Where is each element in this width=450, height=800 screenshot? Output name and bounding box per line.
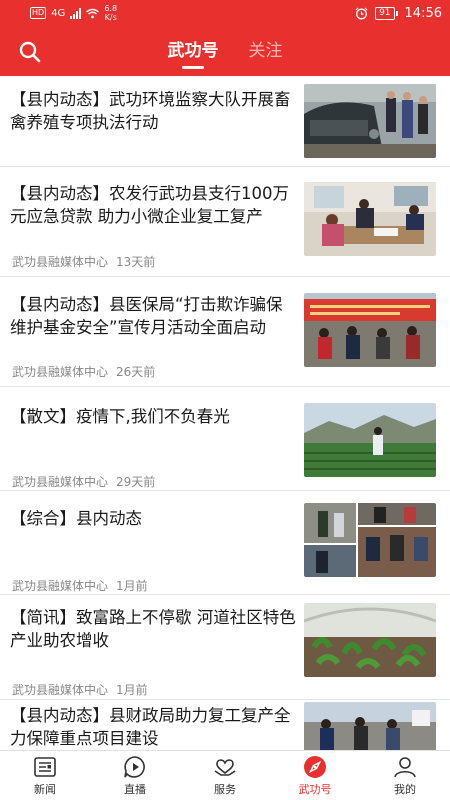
news-feed[interactable]: 【县内动态】武功环境监察大队开展畜禽养殖专项执法行动 【县内动态】农发行武功县支… xyxy=(0,76,450,750)
signal-icon xyxy=(70,7,82,19)
news-source: 武功县融媒体中心 xyxy=(12,475,109,489)
news-time: 13天前 xyxy=(116,255,156,269)
news-title: 【散文】疫情下,我们不负春光 xyxy=(10,407,230,426)
thumbnail-image xyxy=(304,403,436,477)
news-icon xyxy=(34,757,56,777)
nav-news[interactable]: 新闻 xyxy=(0,751,90,800)
status-bar: HD 4G 6.8 K/s 91 14:56 xyxy=(0,0,450,26)
news-title: 【综合】县内动态 xyxy=(10,509,142,528)
news-meta: 武功县融媒体中心 26天前 xyxy=(12,363,155,380)
news-meta: 武功县融媒体中心 1月前 xyxy=(12,577,148,594)
nav-label: 武功号 xyxy=(298,783,332,796)
speed-value: 6.8 xyxy=(104,4,118,13)
wifi-icon xyxy=(86,8,100,18)
news-thumbnail[interactable] xyxy=(304,702,436,750)
tab-label: 武功号 xyxy=(167,41,219,61)
news-title: 【县内动态】县医保局“打击欺诈骗保 维护基金安全”宣传月活动全面启动 xyxy=(10,295,283,337)
thumbnail-image xyxy=(304,603,436,677)
speed-unit: K/s xyxy=(104,13,117,22)
hd-badge: HD xyxy=(30,7,47,19)
news-thumbnail[interactable] xyxy=(304,84,436,158)
news-time: 1月前 xyxy=(116,579,148,593)
thumbnail-image xyxy=(304,702,436,750)
status-right: 91 14:56 xyxy=(355,6,442,21)
news-time: 26天前 xyxy=(116,365,156,379)
news-time: 1月前 xyxy=(116,683,148,697)
nav-wugonghao[interactable]: 武功号 xyxy=(270,751,360,800)
news-meta: 武功县融媒体中心 29天前 xyxy=(12,473,155,490)
news-meta: 武功县融媒体中心 1月前 xyxy=(12,681,148,698)
news-meta: 武功县融媒体中心 13天前 xyxy=(12,253,155,270)
nav-label: 直播 xyxy=(124,783,146,796)
thumbnail-image xyxy=(304,84,436,158)
tab-wugonghao[interactable]: 武功号 xyxy=(168,36,219,69)
news-thumbnail[interactable] xyxy=(304,182,436,256)
news-thumbnail[interactable] xyxy=(304,403,436,477)
clock: 14:56 xyxy=(404,5,442,21)
nav-live[interactable]: 直播 xyxy=(90,751,180,800)
header-tabs: 武功号 关注 xyxy=(0,36,450,69)
battery-level: 91 xyxy=(375,6,395,20)
profile-icon xyxy=(394,757,416,778)
service-icon xyxy=(214,759,236,776)
news-thumbnail[interactable] xyxy=(304,603,436,677)
news-item[interactable]: 【散文】疫情下,我们不负春光 武功县融媒体中心 29天前 xyxy=(0,387,450,491)
news-thumbnail[interactable] xyxy=(304,503,436,577)
top-bar: 武功号 关注 xyxy=(0,26,450,76)
news-title: 【县内动态】农发行武功县支行100万元应急贷款 助力小微企业复工复产 xyxy=(10,184,289,226)
news-source: 武功县融媒体中心 xyxy=(12,683,109,697)
tab-follow[interactable]: 关注 xyxy=(249,36,283,69)
news-title: 【县内动态】县财政局助力复工复产全力保障重点项目建设 xyxy=(10,706,291,748)
news-source: 武功县融媒体中心 xyxy=(12,579,109,593)
news-time: 29天前 xyxy=(116,475,156,489)
battery-icon: 91 xyxy=(375,6,398,20)
news-item[interactable]: 【县内动态】县医保局“打击欺诈骗保 维护基金安全”宣传月活动全面启动 武功县融媒… xyxy=(0,277,450,387)
alarm-icon xyxy=(355,7,368,19)
thumbnail-image xyxy=(304,503,436,577)
nav-label: 我的 xyxy=(394,783,416,796)
news-item[interactable]: 【县内动态】武功环境监察大队开展畜禽养殖专项执法行动 xyxy=(0,76,450,167)
news-source: 武功县融媒体中心 xyxy=(12,255,109,269)
nav-label: 新闻 xyxy=(34,783,56,796)
news-item[interactable]: 【县内动态】农发行武功县支行100万元应急贷款 助力小微企业复工复产 武功县融媒… xyxy=(0,167,450,277)
thumbnail-image xyxy=(304,182,436,256)
thumbnail-image xyxy=(304,293,436,367)
active-tab-indicator xyxy=(182,66,204,69)
news-source: 武功县融媒体中心 xyxy=(12,365,109,379)
status-left: HD 4G 6.8 K/s xyxy=(30,4,117,22)
news-item[interactable]: 【县内动态】县财政局助力复工复产全力保障重点项目建设 xyxy=(0,700,450,750)
live-icon xyxy=(124,756,145,778)
nav-profile[interactable]: 我的 xyxy=(360,751,450,800)
compass-icon xyxy=(304,756,326,778)
tab-label: 关注 xyxy=(248,41,283,61)
news-item[interactable]: 【简讯】致富路上不停歇 河道社区特色产业助农增收 武功县融媒体中心 1月前 xyxy=(0,595,450,700)
nav-service[interactable]: 服务 xyxy=(180,751,270,800)
news-title: 【县内动态】武功环境监察大队开展畜禽养殖专项执法行动 xyxy=(10,90,291,132)
nav-label: 服务 xyxy=(214,783,236,796)
news-thumbnail[interactable] xyxy=(304,293,436,367)
network-type: 4G xyxy=(51,7,66,19)
app-header: HD 4G 6.8 K/s 91 14:56 武功号 关注 xyxy=(0,0,450,76)
bottom-nav: 新闻 直播 服务 武功号 我的 xyxy=(0,750,450,800)
network-speed: 6.8 K/s xyxy=(104,4,117,22)
news-title: 【简讯】致富路上不停歇 河道社区特色产业助农增收 xyxy=(10,608,296,650)
news-item[interactable]: 【综合】县内动态 武功县融媒体中心 1月前 xyxy=(0,491,450,595)
